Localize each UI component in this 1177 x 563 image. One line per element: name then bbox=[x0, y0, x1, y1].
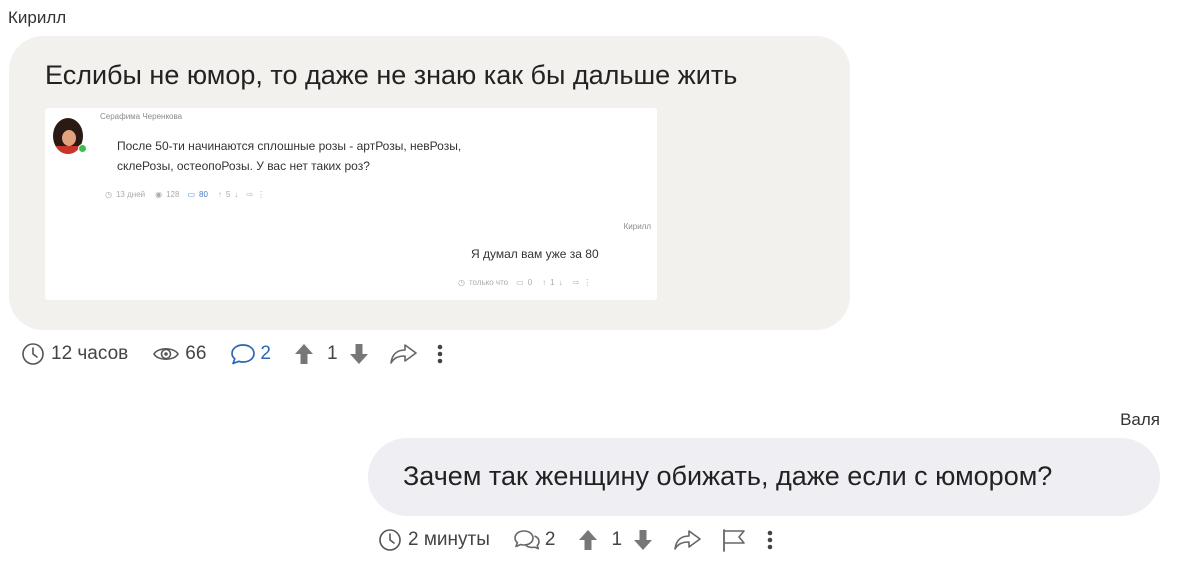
comment-meta: 2 минуты 2 1 bbox=[378, 525, 774, 555]
views-item: 66 bbox=[152, 343, 206, 365]
comment-icon: ▭ bbox=[187, 190, 196, 199]
comments-count: 0 bbox=[527, 278, 533, 287]
time-item: 2 минуты bbox=[378, 528, 490, 552]
screenshot-meta: ◷ 13 дней ◉ 128 ▭ 80 ↑ 5 ↓ ⇨ ⋮ bbox=[105, 190, 265, 199]
more-button[interactable] bbox=[766, 528, 774, 552]
comment-meta: 12 часов 66 2 1 bbox=[21, 339, 444, 369]
clock-icon bbox=[379, 529, 401, 551]
clock-icon bbox=[22, 343, 44, 365]
more-icon: ⋮ bbox=[583, 278, 592, 287]
screenshot-reply-author: Кирилл bbox=[623, 222, 651, 231]
attached-screenshot[interactable]: Серафима Черенкова После 50-ти начинаютс… bbox=[45, 108, 657, 300]
screenshot-text-line: склеРозы, остеопоРозы. У вас нет таких р… bbox=[117, 159, 370, 173]
arrow-up-icon: ↑ bbox=[542, 278, 547, 287]
views-count: 128 bbox=[166, 190, 180, 199]
arrow-down-icon: ↓ bbox=[558, 278, 563, 287]
comment-text: Еслибы не юмор, то даже не знаю как бы д… bbox=[45, 60, 738, 90]
arrow-up-icon: ↑ bbox=[217, 190, 222, 199]
report-button[interactable] bbox=[720, 527, 748, 553]
more-button[interactable] bbox=[436, 342, 444, 366]
time-label: 12 часов bbox=[51, 343, 129, 364]
share-button[interactable] bbox=[672, 528, 702, 552]
screenshot-reply-text: Я думал вам уже за 80 bbox=[471, 247, 599, 261]
comments-count: 2 bbox=[544, 529, 556, 550]
upvote-button[interactable] bbox=[577, 528, 599, 552]
downvote-button[interactable] bbox=[632, 528, 654, 552]
comment-author[interactable]: Валя bbox=[1120, 410, 1160, 430]
online-indicator bbox=[78, 144, 87, 153]
comments-count: 2 bbox=[260, 343, 271, 364]
upvote-button[interactable] bbox=[293, 342, 315, 366]
eye-icon: ◉ bbox=[155, 190, 163, 199]
share-icon bbox=[389, 344, 417, 364]
screenshot-reply-meta: ◷ только что ▭ 0 ↑ 1 ↓ ⇨ ⋮ bbox=[458, 278, 591, 287]
time-label: только что bbox=[468, 278, 509, 287]
downvote-button[interactable] bbox=[348, 342, 370, 366]
arrow-up-icon bbox=[294, 344, 313, 364]
clock-icon: ◷ bbox=[105, 190, 112, 199]
arrow-down-icon bbox=[634, 530, 653, 550]
views-count: 66 bbox=[185, 343, 207, 364]
more-icon bbox=[767, 530, 773, 550]
share-icon: ⇨ bbox=[572, 278, 580, 287]
rating-count: 1 bbox=[611, 529, 623, 550]
more-icon bbox=[437, 344, 442, 364]
reply-button[interactable]: 2 bbox=[512, 528, 556, 552]
screenshot-text-line: После 50-ти начинаются сплошные розы - а… bbox=[117, 139, 462, 153]
clock-icon: ◷ bbox=[458, 278, 465, 287]
arrow-down-icon bbox=[349, 344, 368, 364]
more-icon: ⋮ bbox=[257, 190, 266, 199]
arrow-up-icon bbox=[579, 530, 598, 550]
comments-count: 80 bbox=[199, 190, 208, 199]
rating-count: 5 bbox=[225, 190, 231, 199]
comment-author[interactable]: Кирилл bbox=[8, 8, 66, 28]
eye-icon bbox=[153, 347, 180, 361]
arrow-down-icon: ↓ bbox=[234, 190, 239, 199]
screenshot-author: Серафима Черенкова bbox=[100, 112, 183, 121]
comment-text: Зачем так женщину обижать, даже если с ю… bbox=[403, 461, 1053, 491]
time-label: 13 дней bbox=[115, 190, 146, 199]
share-icon bbox=[674, 530, 701, 550]
comment-bubble-icon bbox=[231, 344, 256, 365]
share-icon: ⇨ bbox=[246, 190, 254, 199]
time-label: 2 минуты bbox=[408, 529, 490, 550]
share-button[interactable] bbox=[388, 342, 418, 366]
comments-link[interactable]: 2 bbox=[230, 342, 271, 366]
rating-count: 1 bbox=[550, 278, 555, 287]
comment-icon: ▭ bbox=[516, 278, 524, 287]
time-item: 12 часов bbox=[21, 342, 128, 366]
flag-icon bbox=[723, 529, 745, 552]
rating-count: 1 bbox=[326, 343, 338, 364]
comments-icon bbox=[514, 530, 540, 550]
